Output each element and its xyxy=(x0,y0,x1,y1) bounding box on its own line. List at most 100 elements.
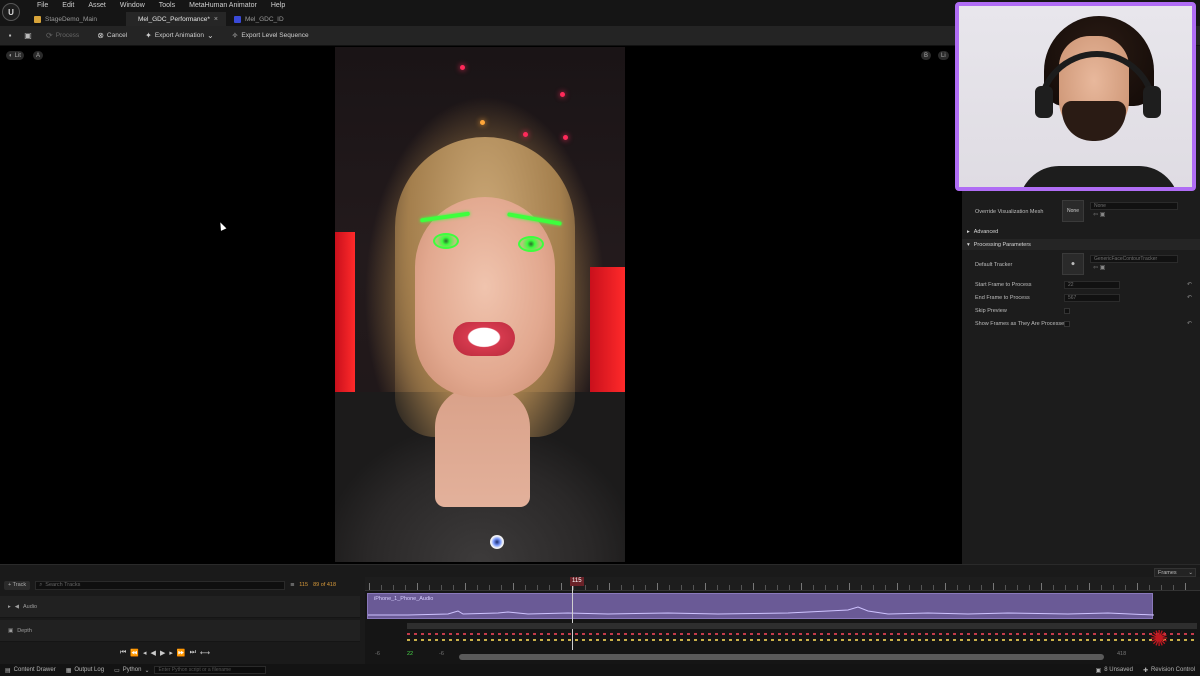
headset-cup-left xyxy=(1035,86,1053,118)
chevron-down-icon: ⌄ xyxy=(1188,569,1193,576)
frames-dropdown[interactable]: Frames ⌄ xyxy=(1154,568,1196,577)
export-level-sequence-button[interactable]: ✧ Export Level Sequence xyxy=(226,29,315,43)
unsaved-button[interactable]: ▣ 8 Unsaved xyxy=(1091,667,1138,674)
ruler-tick xyxy=(501,585,502,590)
ruler-tick xyxy=(849,583,850,590)
ruler-tick xyxy=(441,585,442,590)
stage-light xyxy=(560,92,565,97)
lit-mode-pill[interactable]: ◐ Lit xyxy=(6,51,24,60)
end-frame-label: End Frame to Process xyxy=(975,294,1030,301)
end-frame-input[interactable]: 567 xyxy=(1064,294,1120,302)
current-frame[interactable]: 115 xyxy=(299,582,308,588)
ruler-tick xyxy=(633,585,634,590)
range-scrollbar[interactable] xyxy=(459,654,1104,660)
step-back-icon[interactable]: ⏪ xyxy=(130,649,139,657)
menu-asset[interactable]: Asset xyxy=(81,0,113,12)
depth-clip[interactable] xyxy=(407,623,1197,629)
ruler-tick xyxy=(885,585,886,590)
play-reverse-icon[interactable]: ◀ xyxy=(151,649,156,657)
view-a-pill[interactable]: A xyxy=(33,51,44,60)
ruler-tick xyxy=(765,585,766,590)
save-icon[interactable]: ▪ xyxy=(4,30,16,42)
ruler-tick xyxy=(897,583,898,590)
playhead-frame[interactable]: 115 xyxy=(570,577,584,586)
prev-frame-icon[interactable]: ◂ xyxy=(143,649,147,657)
chevron-down-icon: ⌄ xyxy=(144,667,150,674)
reset-icon[interactable]: ↶ xyxy=(1187,320,1192,327)
menu-file[interactable]: File xyxy=(30,0,55,12)
process-button[interactable]: ⟳ Process xyxy=(40,29,85,43)
loop-icon[interactable]: ⟷ xyxy=(200,649,210,657)
jump-start-icon[interactable]: ⏮ xyxy=(120,649,126,657)
export-animation-button[interactable]: ✦ Export Animation ⌄ xyxy=(139,29,220,43)
ruler-tick xyxy=(1029,585,1030,590)
right-lit-pill[interactable]: Li xyxy=(938,51,949,60)
ruler-tick xyxy=(597,585,598,590)
command-input[interactable]: Enter Python script or a filename xyxy=(154,666,267,674)
output-log-label: Output Log xyxy=(74,667,105,673)
play-icon[interactable]: ▶ xyxy=(160,649,165,657)
python-label: Python xyxy=(122,667,142,673)
view-b-pill[interactable]: B xyxy=(921,51,932,60)
menu-window[interactable]: Window xyxy=(113,0,152,12)
range-start-left[interactable]: -6 xyxy=(375,651,380,657)
reset-icon[interactable]: ↶ xyxy=(1187,294,1192,301)
filter-icon[interactable]: ≡ xyxy=(290,582,294,589)
python-console-dropdown[interactable]: ▭ Python ⌄ xyxy=(109,667,154,674)
mesh-thumbnail[interactable]: None xyxy=(1062,200,1084,222)
range-start[interactable]: 22 xyxy=(407,651,413,657)
revision-control-button[interactable]: ✚ Revision Control xyxy=(1138,667,1200,674)
chevron-down-icon: ▾ xyxy=(967,241,970,248)
menu-tools[interactable]: Tools xyxy=(152,0,182,12)
stage-light xyxy=(480,120,485,125)
processing-parameters-header[interactable]: ▾ Processing Parameters xyxy=(962,239,1200,250)
range-end[interactable]: 418 xyxy=(1117,651,1126,657)
expand-icon[interactable]: ▸ xyxy=(8,604,11,610)
cancel-button[interactable]: ⊗ Cancel xyxy=(91,29,133,43)
override-mesh-dropdown[interactable]: None xyxy=(1090,202,1178,210)
content-drawer-button[interactable]: ▤ Content Drawer xyxy=(0,667,61,674)
advanced-section[interactable]: ▸ Advanced xyxy=(962,226,1200,237)
add-track-button[interactable]: + Track xyxy=(4,580,31,590)
browse-tracker-icon[interactable]: ⇦ ▣ xyxy=(1093,264,1105,271)
close-icon[interactable]: × xyxy=(214,16,218,23)
browse-asset-icon[interactable]: ⇦ ▣ xyxy=(1093,211,1105,218)
audio-clip[interactable]: iPhone_1_Phone_Audio xyxy=(367,593,1154,619)
output-log-button[interactable]: ▦ Output Log xyxy=(61,667,109,674)
unreal-logo-icon[interactable]: U xyxy=(2,3,20,21)
reset-icon[interactable]: ↶ xyxy=(1187,281,1192,288)
ruler-tick xyxy=(993,583,994,590)
step-forward-icon[interactable]: ⏩ xyxy=(177,649,186,657)
start-frame-input[interactable]: 22 xyxy=(1064,281,1120,289)
ruler-tick xyxy=(1125,585,1126,590)
ruler-tick xyxy=(1089,583,1090,590)
status-right: ▣ 8 Unsaved ✚ Revision Control xyxy=(1091,667,1200,674)
timeline[interactable]: 115 iPhone_1_Phone_Audio -6 22 -6 418 xyxy=(365,577,1200,665)
menu-metahuman-animator[interactable]: MetaHuman Animator xyxy=(182,0,264,12)
browse-icon[interactable]: ▣ xyxy=(22,30,34,42)
range-end-left[interactable]: -6 xyxy=(439,651,444,657)
skip-preview-checkbox[interactable] xyxy=(1064,307,1070,314)
tracker-thumbnail-icon[interactable]: ☻ xyxy=(1062,253,1084,275)
viewport[interactable]: ◐ Lit A A B ▬ ▥ ▤ ◫ 2 B Li xyxy=(0,46,962,564)
skip-preview-label: Skip Preview xyxy=(975,307,1007,314)
audio-track-row[interactable]: ▸ ◀ Audio xyxy=(0,596,360,618)
show-frames-checkbox[interactable] xyxy=(1064,320,1070,327)
transport-controls: ⏮ ⏪ ◂ ◀ ▶ ▸ ⏩ ⏭ ⟷ xyxy=(120,649,210,657)
default-tracker-dropdown[interactable]: GenericFaceContourTracker xyxy=(1090,255,1178,263)
menu-edit[interactable]: Edit xyxy=(55,0,81,12)
next-frame-icon[interactable]: ▸ xyxy=(169,649,173,657)
depth-track-row[interactable]: ▣ Depth xyxy=(0,620,360,642)
tab-label: Mel_GDC_ID xyxy=(245,15,284,23)
ruler-tick xyxy=(1077,585,1078,590)
time-ruler[interactable] xyxy=(365,577,1200,591)
tab-stagedemo-main[interactable]: StageDemo_Main xyxy=(26,12,126,26)
jump-end-icon[interactable]: ⏭ xyxy=(190,649,196,657)
ruler-tick xyxy=(825,585,826,590)
ruler-tick xyxy=(477,585,478,590)
search-tracks-input[interactable]: ⌕ Search Tracks xyxy=(35,580,286,590)
tab-mel-gdc-performance[interactable]: Mel_GDC_Performance* × xyxy=(126,12,226,26)
tab-mel-gdc-id[interactable]: Mel_GDC_ID xyxy=(226,12,326,26)
menu-help[interactable]: Help xyxy=(264,0,292,12)
ruler-tick xyxy=(1137,583,1138,590)
